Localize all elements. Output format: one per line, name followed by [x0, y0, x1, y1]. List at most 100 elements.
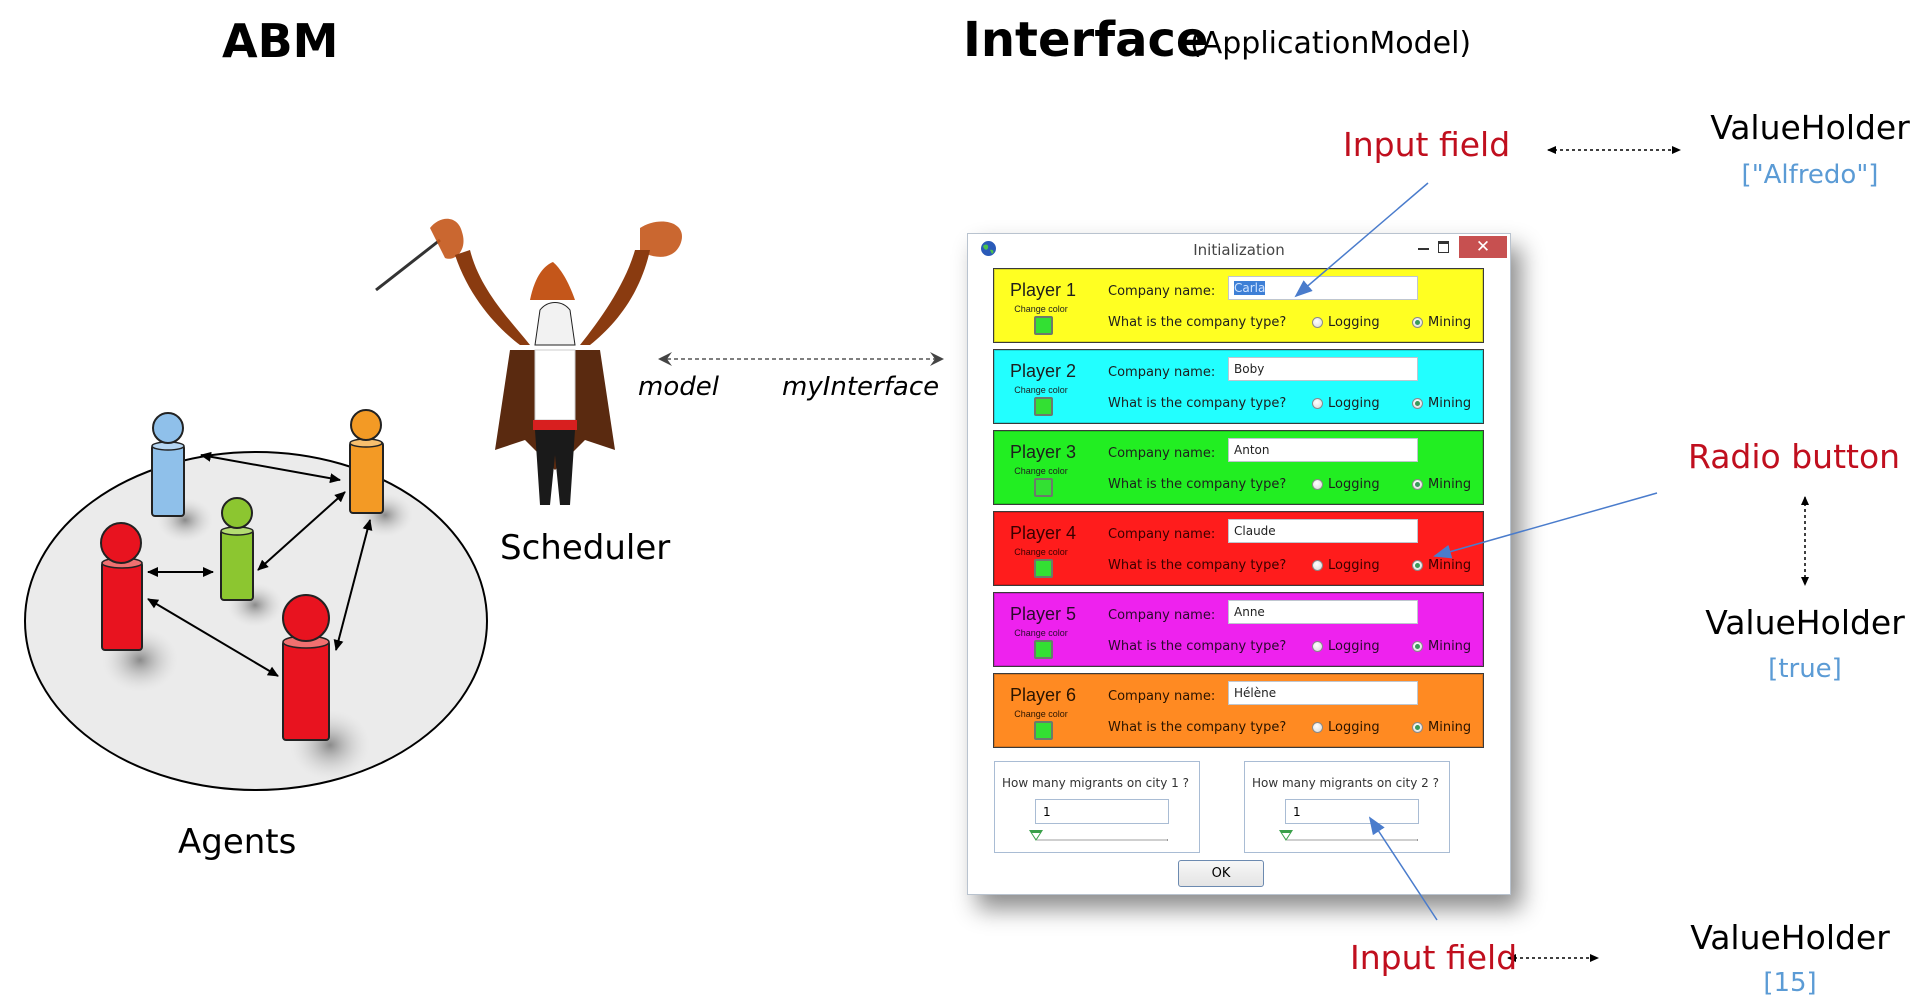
change-color-button[interactable] — [1034, 559, 1053, 578]
logging-radio[interactable] — [1312, 560, 1323, 571]
city-2-label: How many migrants on city 2 ? — [1252, 776, 1439, 790]
player-panel: Player 1 Change color Company name: Carl… — [993, 268, 1484, 343]
mining-radio[interactable] — [1412, 560, 1423, 571]
logging-radio-label[interactable]: Logging — [1328, 315, 1380, 330]
player-panel: Player 2 Change color Company name: Boby… — [993, 349, 1484, 424]
agent-blue — [151, 412, 185, 517]
input-field-annotation-bottom: Input field — [1350, 938, 1518, 977]
logging-radio[interactable] — [1312, 317, 1323, 328]
valueholder-annotation-mid: ValueHolder — [1705, 603, 1905, 642]
change-color-button[interactable] — [1034, 478, 1053, 497]
city-1-input[interactable]: 1 — [1035, 799, 1169, 824]
radio-button-annotation: Radio button — [1688, 437, 1901, 476]
change-color-label: Change color — [1014, 304, 1068, 314]
mining-radio-label[interactable]: Mining — [1428, 396, 1471, 411]
mining-radio-label[interactable]: Mining — [1428, 477, 1471, 492]
player-panel: Player 5 Change color Company name: Anne… — [993, 592, 1484, 667]
agent-red-left — [100, 522, 143, 651]
initialization-dialog: Initialization ✕ Player 1 Change color C… — [967, 233, 1511, 895]
model-label: model — [638, 372, 719, 402]
player-panel: Player 3 Change color Company name: Anto… — [993, 430, 1484, 505]
change-color-button[interactable] — [1034, 316, 1053, 335]
city-2-input[interactable]: 1 — [1285, 799, 1419, 824]
change-color-button[interactable] — [1034, 397, 1053, 416]
mining-radio-label[interactable]: Mining — [1428, 315, 1471, 330]
company-type-question: What is the company type? — [1108, 558, 1287, 573]
logging-radio-label[interactable]: Logging — [1328, 558, 1380, 573]
input-field-annotation-top: Input field — [1343, 125, 1511, 164]
logging-radio-label[interactable]: Logging — [1328, 477, 1380, 492]
player-label: Player 4 — [1010, 523, 1077, 543]
company-name-input[interactable]: Claude — [1228, 519, 1418, 543]
player-label: Player 1 — [1010, 280, 1077, 300]
company-name-label: Company name: — [1108, 527, 1216, 542]
mining-radio[interactable] — [1412, 722, 1423, 733]
close-button[interactable]: ✕ — [1459, 236, 1507, 258]
player-label: Player 5 — [1010, 604, 1077, 624]
change-color-label: Change color — [1014, 709, 1068, 719]
agents-label: Agents — [178, 822, 297, 862]
change-color-label: Change color — [1014, 547, 1068, 557]
mining-radio-label[interactable]: Mining — [1428, 558, 1471, 573]
logging-radio-label[interactable]: Logging — [1328, 720, 1380, 735]
company-type-question: What is the company type? — [1108, 477, 1287, 492]
ok-button[interactable]: OK — [1178, 860, 1264, 887]
company-name-input[interactable]: Hélène — [1228, 681, 1418, 705]
company-name-value: Boby — [1234, 362, 1265, 376]
company-name-value: Carla — [1234, 281, 1266, 295]
change-color-button[interactable] — [1034, 640, 1053, 659]
company-type-question: What is the company type? — [1108, 396, 1287, 411]
player-panel: Player 4 Change color Company name: Clau… — [993, 511, 1484, 586]
agent-orange — [349, 409, 384, 514]
company-name-input[interactable]: Carla — [1228, 276, 1418, 300]
logging-radio-label[interactable]: Logging — [1328, 396, 1380, 411]
minimize-icon — [1418, 248, 1429, 250]
scheduler-label: Scheduler — [500, 528, 671, 568]
mining-radio-label[interactable]: Mining — [1428, 720, 1471, 735]
company-name-label: Company name: — [1108, 284, 1216, 299]
change-color-button[interactable] — [1034, 721, 1053, 740]
valueholder-annotation-bottom: ValueHolder — [1690, 918, 1890, 957]
agent-green — [220, 497, 254, 601]
company-type-question: What is the company type? — [1108, 639, 1287, 654]
maximize-button[interactable] — [1432, 236, 1456, 258]
mining-radio-label[interactable]: Mining — [1428, 639, 1471, 654]
mining-radio[interactable] — [1412, 317, 1423, 328]
company-type-question: What is the company type? — [1108, 315, 1287, 330]
company-name-input[interactable]: Anne — [1228, 600, 1418, 624]
company-type-question: What is the company type? — [1108, 720, 1287, 735]
change-color-label: Change color — [1014, 466, 1068, 476]
player-label: Player 3 — [1010, 442, 1077, 462]
mining-radio[interactable] — [1412, 641, 1423, 652]
maximize-icon — [1438, 241, 1449, 253]
mining-radio[interactable] — [1412, 479, 1423, 490]
player-label: Player 2 — [1010, 361, 1077, 381]
company-name-label: Company name: — [1108, 689, 1216, 704]
company-name-label: Company name: — [1108, 365, 1216, 380]
logging-radio[interactable] — [1312, 641, 1323, 652]
company-name-label: Company name: — [1108, 446, 1216, 461]
city-2-group: How many migrants on city 2 ? 1 — [1244, 761, 1450, 853]
logging-radio-label[interactable]: Logging — [1328, 639, 1380, 654]
company-name-input[interactable]: Anton — [1228, 438, 1418, 462]
player-panel: Player 6 Change color Company name: Hélè… — [993, 673, 1484, 748]
mining-radio[interactable] — [1412, 398, 1423, 409]
slider-thumb-inner — [1282, 833, 1290, 839]
logging-radio[interactable] — [1312, 722, 1323, 733]
change-color-label: Change color — [1014, 628, 1068, 638]
city-2-slider-track[interactable] — [1287, 839, 1418, 841]
company-name-input[interactable]: Boby — [1228, 357, 1418, 381]
company-name-value: Anne — [1234, 605, 1265, 619]
dialog-titlebar[interactable]: Initialization ✕ — [968, 234, 1510, 264]
player-label: Player 6 — [1010, 685, 1077, 705]
company-name-value: Hélène — [1234, 686, 1277, 700]
company-name-value: Anton — [1234, 443, 1270, 457]
valueholder-value-bottom: [15] — [1763, 968, 1817, 998]
company-name-value: Claude — [1234, 524, 1276, 538]
logging-radio[interactable] — [1312, 479, 1323, 490]
slider-thumb-inner — [1032, 833, 1040, 839]
logging-radio[interactable] — [1312, 398, 1323, 409]
scheduler-conductor-icon — [375, 218, 682, 505]
city-1-slider-track[interactable] — [1037, 839, 1168, 841]
agent-red-right — [282, 594, 330, 741]
